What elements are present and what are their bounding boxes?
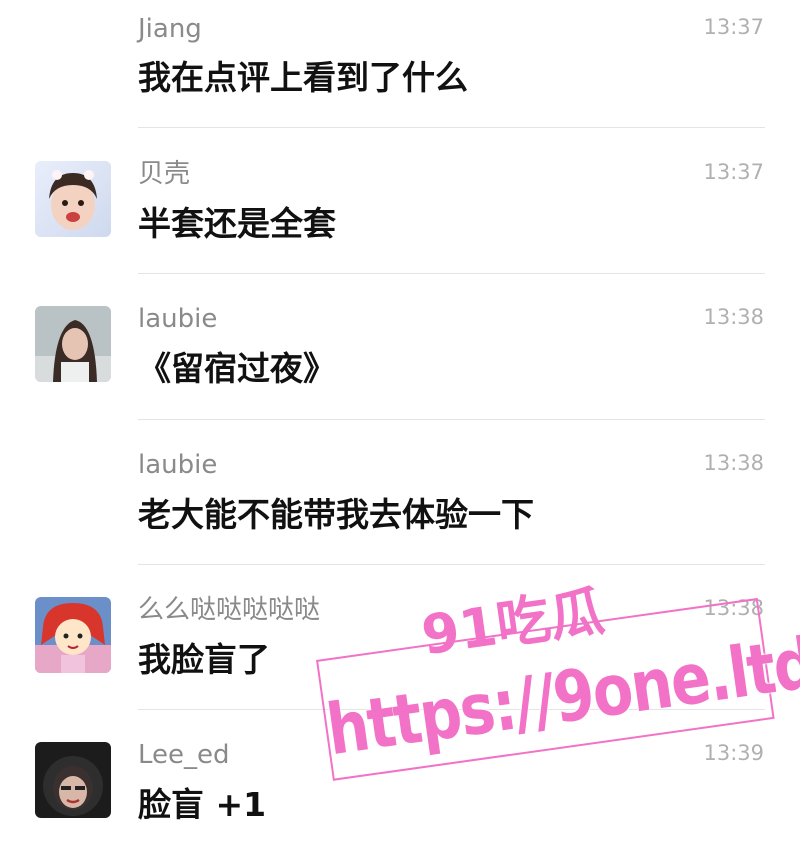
message-text: 半套还是全套	[138, 204, 336, 243]
avatar[interactable]	[35, 161, 111, 237]
sender-name: Lee_ed	[138, 740, 230, 770]
message-item: laubie 13:38 《留宿过夜》	[0, 273, 800, 420]
message-time: 13:38	[703, 305, 764, 329]
message-time: 13:37	[703, 15, 764, 39]
message-item: 么么哒哒哒哒哒 13:38 我脸盲了	[0, 564, 800, 710]
sender-name: laubie	[138, 304, 218, 334]
message-item: Jiang 13:37 我在点评上看到了什么	[0, 0, 800, 128]
message-text: 我脸盲了	[138, 640, 270, 679]
message-item: laubie 13:38 老大能不能带我去体验一下	[0, 419, 800, 565]
sender-name: Jiang	[138, 14, 202, 44]
sender-name: 么么哒哒哒哒哒	[138, 595, 321, 625]
message-text: 《留宿过夜》	[138, 349, 336, 388]
message-time: 13:37	[703, 160, 764, 184]
message-text: 我在点评上看到了什么	[138, 58, 468, 97]
child-avatar-icon	[35, 161, 111, 237]
avatar[interactable]	[35, 742, 111, 818]
message-item: Lee_ed 13:39 脸盲 +1	[0, 709, 800, 841]
sender-name: laubie	[138, 450, 218, 480]
sender-name: 贝壳	[138, 159, 191, 189]
woman-avatar-icon	[35, 306, 111, 382]
message-time: 13:38	[703, 451, 764, 475]
message-item: 贝壳 13:37 半套还是全套	[0, 128, 800, 274]
avatar[interactable]	[35, 597, 111, 673]
message-time: 13:39	[703, 741, 764, 765]
avatar[interactable]	[35, 306, 111, 382]
message-time: 13:38	[703, 596, 764, 620]
message-text: 脸盲 +1	[138, 785, 267, 824]
cartoon-girl-avatar-icon	[35, 597, 111, 673]
helmet-avatar-icon	[35, 742, 111, 818]
message-text: 老大能不能带我去体验一下	[138, 495, 534, 534]
